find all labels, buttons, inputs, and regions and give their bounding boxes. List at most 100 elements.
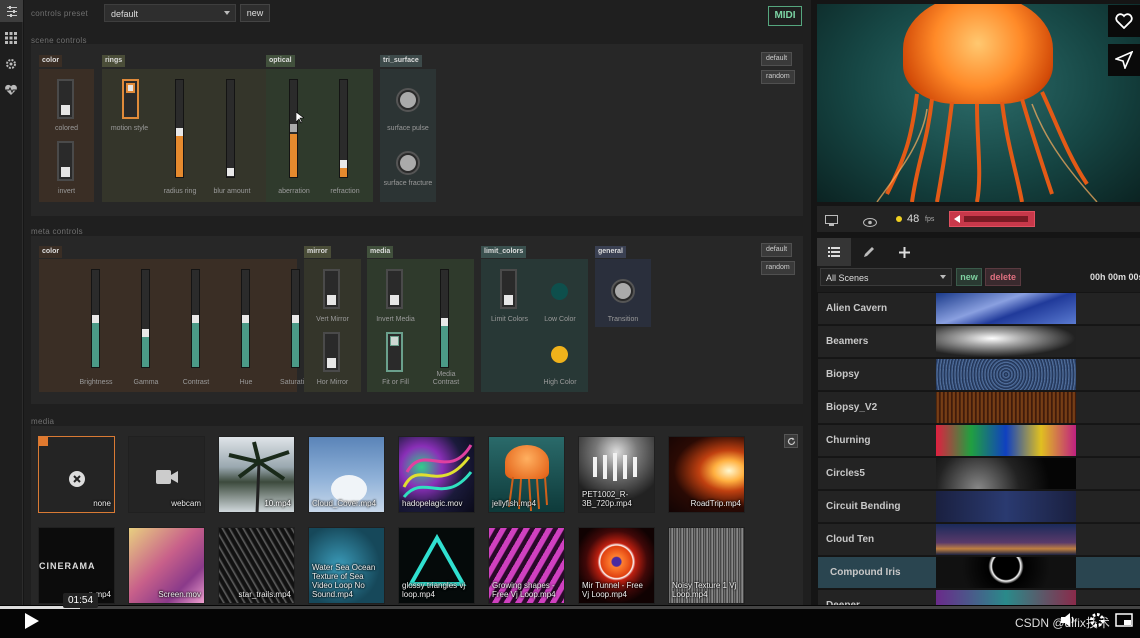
scene-thumbnail (936, 524, 1076, 555)
media-tile-none[interactable]: none (38, 436, 115, 513)
brightness-thumb[interactable] (92, 315, 99, 323)
brightness-label: Brightness (79, 379, 113, 386)
scene-name: Circles5 (826, 468, 865, 479)
media-tile-roadtrip[interactable]: RoadTrip.mp4 (668, 436, 745, 513)
scene-row[interactable]: Cloud Ten (818, 524, 1140, 556)
scene-row[interactable]: Circuit Bending (818, 491, 1140, 523)
hue-slider[interactable] (241, 269, 250, 368)
media-tile-water-sea[interactable]: Water Sea Ocean Texture of Sea Video Loo… (308, 527, 385, 604)
fit-or-fill-toggle[interactable] (386, 332, 403, 372)
media-tile-label: Screen.mov (158, 590, 201, 599)
radius-ring-slider[interactable] (175, 79, 184, 178)
media-tile-pet1002[interactable]: PET1002_R-3B_720p.mp4 (578, 436, 655, 513)
motion-style-toggle[interactable] (122, 79, 139, 119)
gamma-slider[interactable] (141, 269, 150, 368)
scene-name: Biopsy (826, 369, 860, 380)
scene-row[interactable]: Beamers (818, 326, 1140, 358)
preset-select-value: default (111, 9, 139, 19)
media-tile-jellyfish[interactable]: jellyfish.mp4 (488, 436, 565, 513)
scene-name: Compound Iris (830, 567, 901, 578)
scene-random-button[interactable]: random (761, 70, 795, 84)
settings-gear-icon[interactable] (1089, 612, 1105, 633)
contrast-slider[interactable] (191, 269, 200, 368)
scene-row[interactable]: Biopsy (818, 359, 1140, 391)
tab-add[interactable] (899, 245, 910, 263)
limit-colors-toggle[interactable] (500, 269, 517, 309)
play-icon[interactable] (25, 613, 39, 629)
scene-thumbnail (936, 557, 1076, 588)
media-tile-10mp4[interactable]: 10.mp4 (218, 436, 295, 513)
surface-pulse-knob[interactable] (396, 88, 420, 112)
media-tile-noisy-texture[interactable]: Noisy Texture 1 Vj Loop.mp4 (668, 527, 745, 604)
aberration-slider[interactable] (289, 79, 298, 178)
invert-toggle[interactable] (57, 141, 74, 181)
gamma-thumb[interactable] (142, 329, 149, 337)
media-tile-cloud[interactable]: Cloud_Cover.mp4 (308, 436, 385, 513)
media-contrast-label: Media Contrast (432, 371, 460, 386)
general-header: general (595, 246, 626, 258)
low-color-swatch[interactable] (551, 283, 568, 300)
preset-new-button[interactable]: new (240, 4, 270, 22)
scene-row[interactable]: Biopsy_V2 (818, 392, 1140, 424)
volume-icon[interactable] (1060, 612, 1078, 633)
scene-new-button[interactable]: new (956, 268, 982, 286)
hue-thumb[interactable] (242, 315, 249, 323)
blur-amount-slider[interactable] (226, 79, 235, 178)
brightness-slider[interactable] (91, 269, 100, 368)
refresh-icon[interactable] (784, 434, 798, 448)
none-icon (69, 471, 85, 487)
media-tile-growing-shapes[interactable]: Growing shapes - Free Vj Loop.mp4 (488, 527, 565, 604)
surface-fracture-knob[interactable] (396, 151, 420, 175)
colored-label: colored (55, 125, 78, 132)
meta-default-button[interactable]: default (761, 243, 793, 257)
media-tile-label: glossy triangles vj loop.mp4 (402, 581, 466, 599)
meta-random-button[interactable]: random (761, 261, 795, 275)
contrast-thumb[interactable] (192, 315, 199, 323)
fps-indicator-dot (896, 216, 902, 222)
tab-edit[interactable] (863, 245, 875, 263)
heart-icon[interactable] (1108, 5, 1140, 37)
midi-button[interactable]: MIDI (768, 6, 802, 26)
media-tile-screen[interactable]: Screen.mov (128, 527, 205, 604)
scene-delete-button[interactable]: delete (985, 268, 1021, 286)
colored-toggle[interactable] (57, 79, 74, 119)
media-tile-glossy-triangles[interactable]: glossy triangles vj loop.mp4 (398, 527, 475, 604)
hue-fill (242, 319, 249, 367)
pip-icon[interactable] (1115, 613, 1133, 632)
tab-list[interactable] (817, 238, 851, 266)
monitor-icon[interactable] (825, 213, 838, 231)
media-tile-webcam[interactable]: webcam (128, 436, 205, 513)
invert-media-toggle[interactable] (386, 269, 403, 309)
hor-mirror-toggle[interactable] (323, 332, 340, 372)
gear-icon[interactable] (5, 57, 17, 69)
progress-track[interactable] (0, 606, 1140, 609)
scene-row[interactable]: Churning (818, 425, 1140, 457)
scene-default-button[interactable]: default (761, 52, 793, 66)
eye-icon[interactable] (863, 214, 877, 232)
heartbeat-icon[interactable] (4, 83, 18, 95)
chevron-down-icon (224, 11, 230, 15)
grid-icon[interactable] (5, 31, 17, 44)
scene-row[interactable]: Circles5 (818, 458, 1140, 490)
media-tile-star-trails[interactable]: star_trails.mp4 (218, 527, 295, 604)
refraction-slider[interactable] (339, 79, 348, 178)
scene-filter-select[interactable]: All Scenes (820, 268, 952, 286)
media-tile-label: webcam (171, 499, 201, 508)
media-tile-hadopelagic[interactable]: hadopelagic.mov (398, 436, 475, 513)
media-tile-mir-tunnel[interactable]: Mir Tunnel - Free Vj Loop.mp4 (578, 527, 655, 604)
media-title: media (31, 417, 55, 426)
send-icon[interactable] (1108, 44, 1140, 76)
scene-row[interactable]: Alien Cavern (818, 293, 1140, 325)
high-color-swatch[interactable] (551, 346, 568, 363)
controls-preset-label: controls preset (31, 9, 88, 18)
transition-knob[interactable] (611, 279, 635, 303)
scene-row[interactable]: Compound Iris (818, 557, 1140, 589)
volume-slider[interactable] (949, 211, 1035, 227)
vert-mirror-toggle[interactable] (323, 269, 340, 309)
saturation-slider[interactable] (291, 269, 300, 368)
blur-amount-label: blur amount (213, 188, 251, 195)
preset-select[interactable]: default (104, 4, 236, 22)
sliders-icon[interactable] (0, 0, 23, 22)
media-contrast-slider[interactable] (440, 269, 449, 368)
saturation-thumb[interactable] (292, 315, 299, 323)
